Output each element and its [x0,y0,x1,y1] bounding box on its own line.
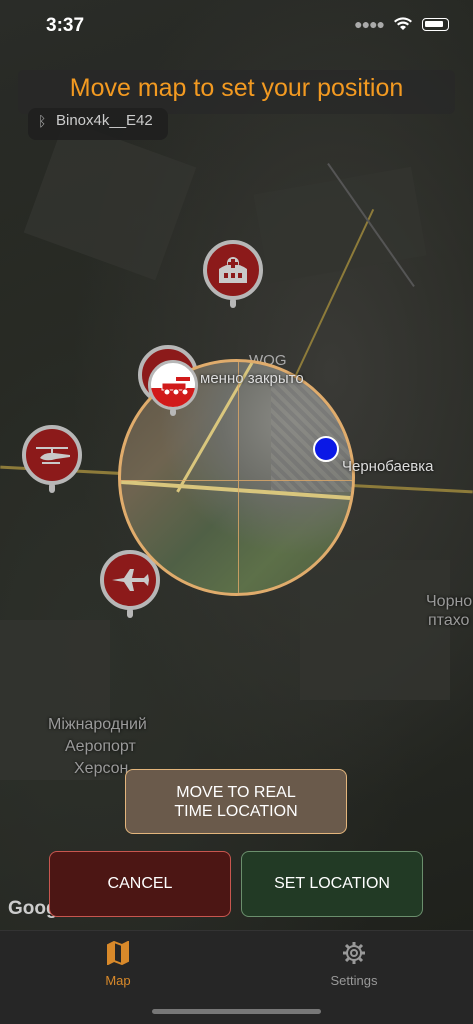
hospital-marker[interactable] [203,240,263,310]
crosshair-horizontal [121,480,352,481]
map-label-airport-1: Міжнародний [48,716,147,733]
helicopter-marker[interactable] [22,425,82,495]
map-label-right-1: Чорно [426,593,473,610]
helicopter-icon [36,447,70,464]
map-label-airport-3: Херсон [74,760,129,777]
tab-settings-label: Settings [330,973,378,988]
map-icon [107,941,129,965]
hospital-icon [219,257,247,283]
device-chip: ᛒ Binox4k__E42 [28,108,168,140]
move-to-real-time-location-button[interactable]: MOVE TO REAL TIME LOCATION [125,769,347,834]
cancel-button[interactable]: CANCEL [49,851,231,917]
battery-icon [422,17,449,31]
bluetooth-icon: ᛒ [38,113,47,129]
fighter-jet-icon [112,569,149,591]
gear-icon [343,942,365,964]
map-label-airport-2: Аеропорт [65,738,136,755]
home-indicator [152,1009,321,1014]
tab-map[interactable]: Map [58,939,178,988]
map-label-chernobaevka: Чернобаевка [342,458,434,475]
tab-map-label: Map [105,973,131,988]
map-label-right-2: птахо [428,612,470,629]
artillery-icon [161,377,190,396]
tab-settings[interactable]: Settings [294,939,414,988]
current-location-dot [313,436,339,462]
instruction-title: Move map to set your position [69,74,404,102]
status-bar: 3:37 ●●●● [0,0,473,54]
set-location-button[interactable]: SET LOCATION [241,851,423,917]
crosshair-vertical [238,362,239,593]
map-label-closed: менно закрыто [200,370,304,387]
status-time: 3:37 [46,15,85,36]
wifi-icon [394,17,412,30]
signal-icon: ●●●● [354,16,385,32]
device-name: Binox4k__E42 [56,112,153,129]
artillery-marker[interactable] [148,360,198,410]
